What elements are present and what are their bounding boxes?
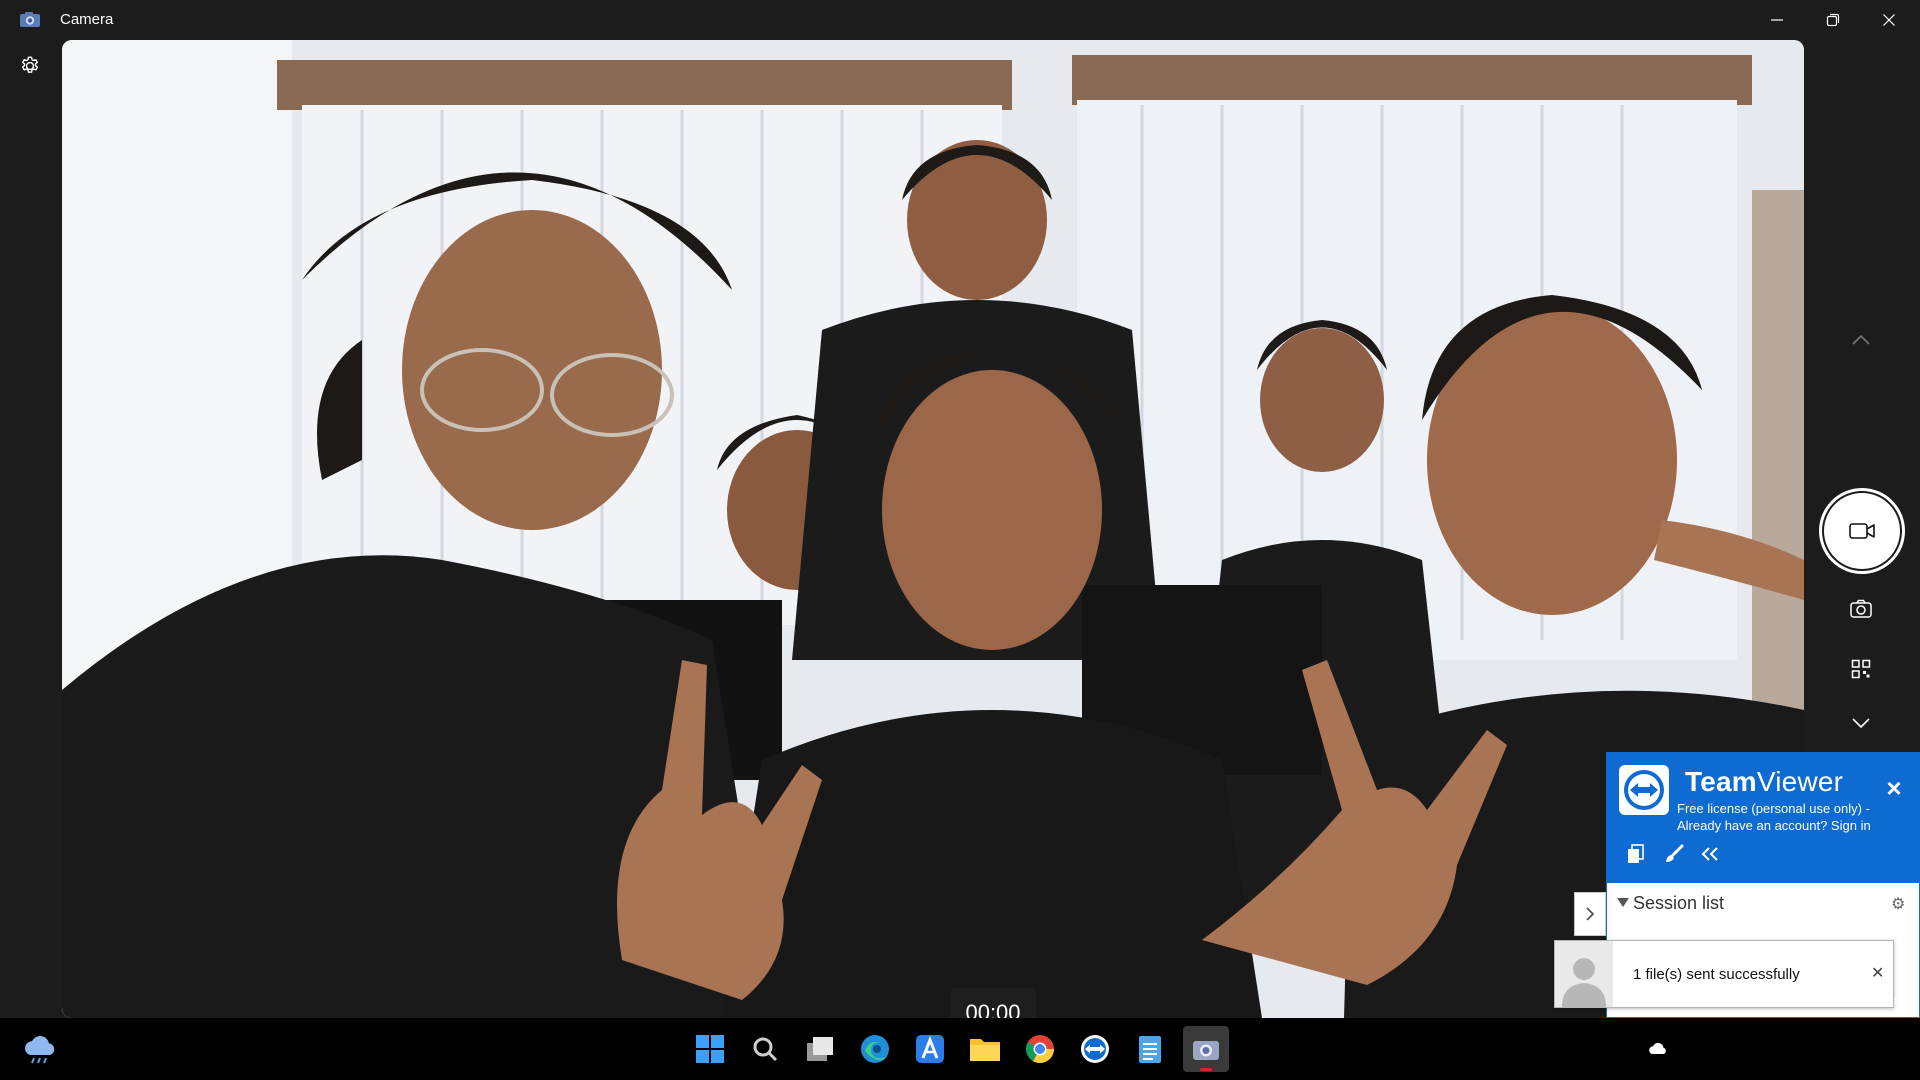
camera-feed-image bbox=[62, 40, 1804, 1018]
taskbar-search[interactable] bbox=[742, 1026, 788, 1072]
brush-icon bbox=[1666, 844, 1684, 862]
expand-triangle-icon bbox=[1617, 898, 1629, 907]
taskbar-app-store[interactable] bbox=[907, 1026, 953, 1072]
session-settings-icon[interactable]: ⚙ bbox=[1891, 894, 1905, 914]
recording-timer: 00:00 bbox=[950, 988, 1036, 1018]
teamviewer-logo-icon bbox=[1619, 765, 1669, 815]
taskbar-camera[interactable] bbox=[1183, 1026, 1229, 1072]
session-list-header[interactable]: Session list ⚙ bbox=[1607, 883, 1919, 923]
windows-logo-icon bbox=[696, 1035, 724, 1063]
collapse-up-button[interactable] bbox=[1841, 320, 1881, 360]
user-silhouette-icon bbox=[1562, 958, 1606, 1007]
cloud-icon bbox=[1649, 1042, 1666, 1054]
notepad-icon bbox=[1139, 1036, 1161, 1063]
record-button-face bbox=[1824, 493, 1900, 569]
chevron-up-icon bbox=[1852, 334, 1870, 345]
taskbar bbox=[0, 1018, 1920, 1080]
video-icon bbox=[1849, 523, 1875, 539]
panel-overflow-text: m bbox=[1894, 992, 1905, 1007]
teamviewer-brand: TeamViewer bbox=[1685, 766, 1844, 797]
gear-icon bbox=[21, 56, 39, 73]
taskbar-teamviewer[interactable] bbox=[1072, 1026, 1118, 1072]
teamviewer-license-text[interactable]: Free license (personal use only) - Alrea… bbox=[1677, 800, 1871, 834]
toast-message: 1 file(s) sent successfully bbox=[1633, 966, 1800, 983]
taskbar-weather[interactable] bbox=[17, 1026, 63, 1072]
window-title: Camera bbox=[60, 11, 114, 28]
session-list-label: Session list bbox=[1633, 893, 1725, 913]
copy-files-icon bbox=[1628, 844, 1644, 863]
chrome-browser-icon bbox=[1026, 1035, 1054, 1063]
task-view-icon bbox=[807, 1037, 833, 1061]
collapse-panel-button[interactable] bbox=[1697, 841, 1723, 867]
whiteboard-button[interactable] bbox=[1661, 841, 1687, 867]
qr-code-icon bbox=[1851, 659, 1871, 679]
license-line: Free license (personal use only) - bbox=[1677, 801, 1870, 816]
teamviewer-icon bbox=[1081, 1035, 1109, 1063]
taskbar-onedrive[interactable] bbox=[1635, 1026, 1681, 1072]
double-chevron-left-icon bbox=[1701, 847, 1718, 861]
avatar bbox=[1555, 941, 1613, 1007]
weather-icon bbox=[25, 1036, 55, 1064]
camera-icon bbox=[1193, 1041, 1219, 1060]
folder-icon bbox=[970, 1039, 1000, 1061]
chevron-down-icon bbox=[1852, 718, 1870, 729]
record-button[interactable] bbox=[1819, 488, 1905, 574]
toast-close-button[interactable]: ✕ bbox=[1871, 963, 1884, 983]
camera-preview[interactable]: 00:00 bbox=[62, 40, 1804, 1018]
minimize-icon bbox=[1771, 19, 1783, 21]
taskbar-file-explorer[interactable] bbox=[962, 1026, 1008, 1072]
file-transfer-button[interactable] bbox=[1623, 841, 1649, 867]
taskbar-notepad[interactable] bbox=[1127, 1026, 1173, 1072]
settings-button[interactable] bbox=[14, 50, 46, 82]
active-indicator bbox=[1200, 1068, 1212, 1071]
photo-camera-icon bbox=[1850, 599, 1872, 618]
restore-button[interactable] bbox=[1805, 0, 1861, 40]
search-icon bbox=[753, 1037, 778, 1062]
edge-browser-icon bbox=[861, 1035, 889, 1063]
teamviewer-expand-button[interactable] bbox=[1574, 892, 1606, 936]
close-icon bbox=[1883, 14, 1895, 26]
store-app-icon bbox=[916, 1035, 944, 1063]
file-sent-toast: 1 file(s) sent successfully ✕ bbox=[1554, 940, 1894, 1008]
taskbar-task-view[interactable] bbox=[797, 1026, 843, 1072]
camera-icon bbox=[20, 12, 40, 27]
restore-icon bbox=[1826, 13, 1840, 27]
barcode-mode-button[interactable] bbox=[1841, 649, 1881, 689]
taskbar-edge[interactable] bbox=[852, 1026, 898, 1072]
taskbar-chrome[interactable] bbox=[1017, 1026, 1063, 1072]
title-bar: Camera bbox=[0, 0, 1920, 40]
chevron-right-icon bbox=[1586, 907, 1595, 921]
photo-mode-button[interactable] bbox=[1841, 589, 1881, 629]
minimize-button[interactable] bbox=[1749, 0, 1805, 40]
teamviewer-close-button[interactable]: × bbox=[1883, 775, 1905, 801]
expand-down-button[interactable] bbox=[1841, 703, 1881, 743]
sign-in-link[interactable]: Already have an account? Sign in bbox=[1677, 817, 1871, 834]
teamviewer-header: TeamViewer × Free license (personal use … bbox=[1607, 753, 1919, 883]
close-button[interactable] bbox=[1861, 0, 1917, 40]
taskbar-start[interactable] bbox=[687, 1026, 733, 1072]
